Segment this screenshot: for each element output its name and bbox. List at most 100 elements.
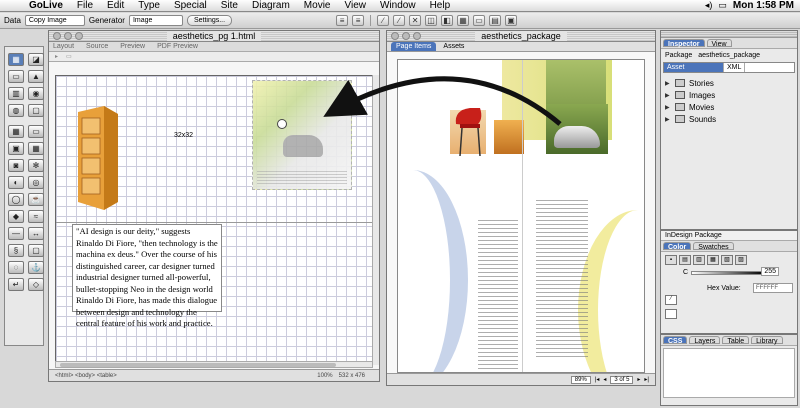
menu-view[interactable]: View xyxy=(337,0,373,12)
tab-preview[interactable]: Preview xyxy=(120,43,145,50)
head-toggle-icon[interactable]: ▸ xyxy=(55,53,58,60)
break-link-icon[interactable]: ✕ xyxy=(409,15,422,26)
align-center-icon[interactable]: ≡ xyxy=(352,15,365,26)
tab-swatches[interactable]: Swatches xyxy=(693,242,734,251)
menu-site[interactable]: Site xyxy=(214,0,245,12)
grid-icon[interactable]: ▦ xyxy=(457,15,470,26)
menu-special[interactable]: Special xyxy=(167,0,214,12)
tab-assets[interactable]: Assets xyxy=(438,42,469,51)
prev-page-icon[interactable]: ◂ xyxy=(603,376,606,383)
tab-layout[interactable]: Layout xyxy=(53,43,74,50)
tab-pdf-preview[interactable]: PDF Preview xyxy=(157,43,198,50)
anchor-icon[interactable]: ⚓ xyxy=(28,261,44,274)
horizontal-scrollbar[interactable] xyxy=(55,361,373,368)
zoom-select[interactable]: 100% xyxy=(317,373,332,379)
tab-inspector[interactable]: Inspector xyxy=(663,39,705,48)
disclosure-triangle-icon[interactable]: ▶ xyxy=(665,80,671,87)
smart-objects-icon[interactable]: ◪ xyxy=(28,53,44,66)
page-title-icon[interactable]: ▭ xyxy=(66,53,72,60)
tab-view[interactable]: View xyxy=(706,39,732,48)
scroll-thumb[interactable] xyxy=(60,363,336,367)
indesign-spread-preview[interactable] xyxy=(397,59,645,373)
menu-edit[interactable]: Edit xyxy=(100,0,131,12)
menu-window[interactable]: Window xyxy=(373,0,423,12)
hsb-icon[interactable]: ▦ xyxy=(707,255,719,265)
page-indicator[interactable]: 3 of 5 xyxy=(610,375,634,384)
package-minimize-icon[interactable] xyxy=(402,32,410,40)
tag-icon[interactable]: ◇ xyxy=(28,278,44,291)
orange-object-image[interactable] xyxy=(494,120,524,154)
plugin-icon[interactable]: ✻ xyxy=(28,159,44,172)
color-swatch-icon[interactable] xyxy=(665,309,677,319)
spacer-icon[interactable]: ↔ xyxy=(28,227,44,240)
menu-diagram[interactable]: Diagram xyxy=(245,0,297,12)
tab-source[interactable]: Source xyxy=(86,43,108,50)
line-icon[interactable]: — xyxy=(8,227,24,240)
layer-icon[interactable]: ▣ xyxy=(505,15,518,26)
package-close-icon[interactable] xyxy=(391,32,399,40)
iframe-icon[interactable]: ▢ xyxy=(28,244,44,257)
column-asset[interactable]: Asset xyxy=(664,63,724,72)
image-icon[interactable]: ◙ xyxy=(8,159,24,172)
menu-help[interactable]: Help xyxy=(423,0,458,12)
tree-item-stories[interactable]: ▶ Stories xyxy=(665,77,793,89)
swf-icon[interactable]: ◐ xyxy=(8,176,24,189)
document-titlebar[interactable]: aesthetics_pg 1.html xyxy=(49,31,379,42)
last-page-icon[interactable]: ▸| xyxy=(644,376,649,383)
menu-app[interactable]: GoLive xyxy=(22,0,70,12)
color-slider[interactable] xyxy=(691,271,765,275)
websafe-icon[interactable]: ▨ xyxy=(735,255,747,265)
real-icon[interactable]: ◎ xyxy=(28,176,44,189)
cabinet-image[interactable] xyxy=(74,106,120,210)
disclosure-triangle-icon[interactable]: ▶ xyxy=(665,116,671,123)
clean-icon[interactable]: ◫ xyxy=(425,15,438,26)
package-zoom[interactable]: 89% xyxy=(570,375,591,384)
inspector-titlebar[interactable] xyxy=(661,31,797,38)
close-icon[interactable] xyxy=(53,32,61,40)
first-page-icon[interactable]: |◂ xyxy=(595,376,600,383)
preview-icon[interactable]: ◧ xyxy=(441,15,454,26)
image-placeholder[interactable] xyxy=(252,80,352,190)
minimize-icon[interactable] xyxy=(64,32,72,40)
layout-canvas[interactable]: 32x32 "AI design is our deity," suggests… xyxy=(55,75,373,363)
quicktime-icon[interactable]: ◯ xyxy=(8,193,24,206)
next-page-icon[interactable]: ▸ xyxy=(637,376,640,383)
head-icon[interactable]: ▲ xyxy=(28,70,44,83)
tree-item-images[interactable]: ▶ Images xyxy=(665,89,793,101)
tab-page-items[interactable]: Page Items xyxy=(391,42,437,51)
tab-table[interactable]: Table xyxy=(722,336,750,345)
link-icon[interactable]: ∕ xyxy=(377,15,390,26)
layout-grid-icon[interactable]: ▦ xyxy=(8,125,24,138)
menu-movie[interactable]: Movie xyxy=(297,0,338,12)
grayscale-icon[interactable]: ▪ xyxy=(665,255,677,265)
comment-icon[interactable]: ◆ xyxy=(8,210,24,223)
forms-icon[interactable]: ▭ xyxy=(8,70,24,83)
align-left-icon[interactable]: ≡ xyxy=(336,15,349,26)
menu-file[interactable]: File xyxy=(70,0,100,12)
tab-library[interactable]: Library xyxy=(751,336,783,345)
diagram-icon[interactable]: ◍ xyxy=(8,104,24,117)
disclosure-triangle-icon[interactable]: ▶ xyxy=(665,104,671,111)
hex-value-field[interactable]: FFFFFF xyxy=(753,283,793,293)
anchor-link-icon[interactable]: ∕ xyxy=(393,15,406,26)
disclosure-triangle-icon[interactable]: ▶ xyxy=(665,92,671,99)
tab-css[interactable]: CSS xyxy=(663,336,688,345)
column-xml[interactable]: XML xyxy=(724,63,746,72)
table-icon[interactable]: ▦ xyxy=(28,142,44,155)
tab-layers[interactable]: Layers xyxy=(689,336,721,345)
frames-icon[interactable]: ▥ xyxy=(8,87,24,100)
monitor-icon[interactable]: ▭ xyxy=(718,0,727,11)
floating-box-icon[interactable]: ▣ xyxy=(8,142,24,155)
vertical-scrollbar[interactable] xyxy=(372,75,379,365)
zoom-icon[interactable] xyxy=(75,32,83,40)
markup-path[interactable]: <html> <body> <table> xyxy=(55,373,117,379)
cmyk-icon[interactable]: ▥ xyxy=(693,255,705,265)
rgb-icon[interactable]: ▤ xyxy=(679,255,691,265)
lab-icon[interactable]: ▧ xyxy=(721,255,733,265)
window-size[interactable]: 532 x 476 xyxy=(339,373,365,379)
layout-text-box[interactable]: "AI design is our deity," suggests Rinal… xyxy=(72,224,222,328)
speaker-icon[interactable]: ◂) xyxy=(705,0,713,11)
channel-value[interactable]: 255 xyxy=(761,267,779,276)
settings-button[interactable]: Settings... xyxy=(186,15,233,26)
layout-text-box-icon[interactable]: ▭ xyxy=(28,125,44,138)
